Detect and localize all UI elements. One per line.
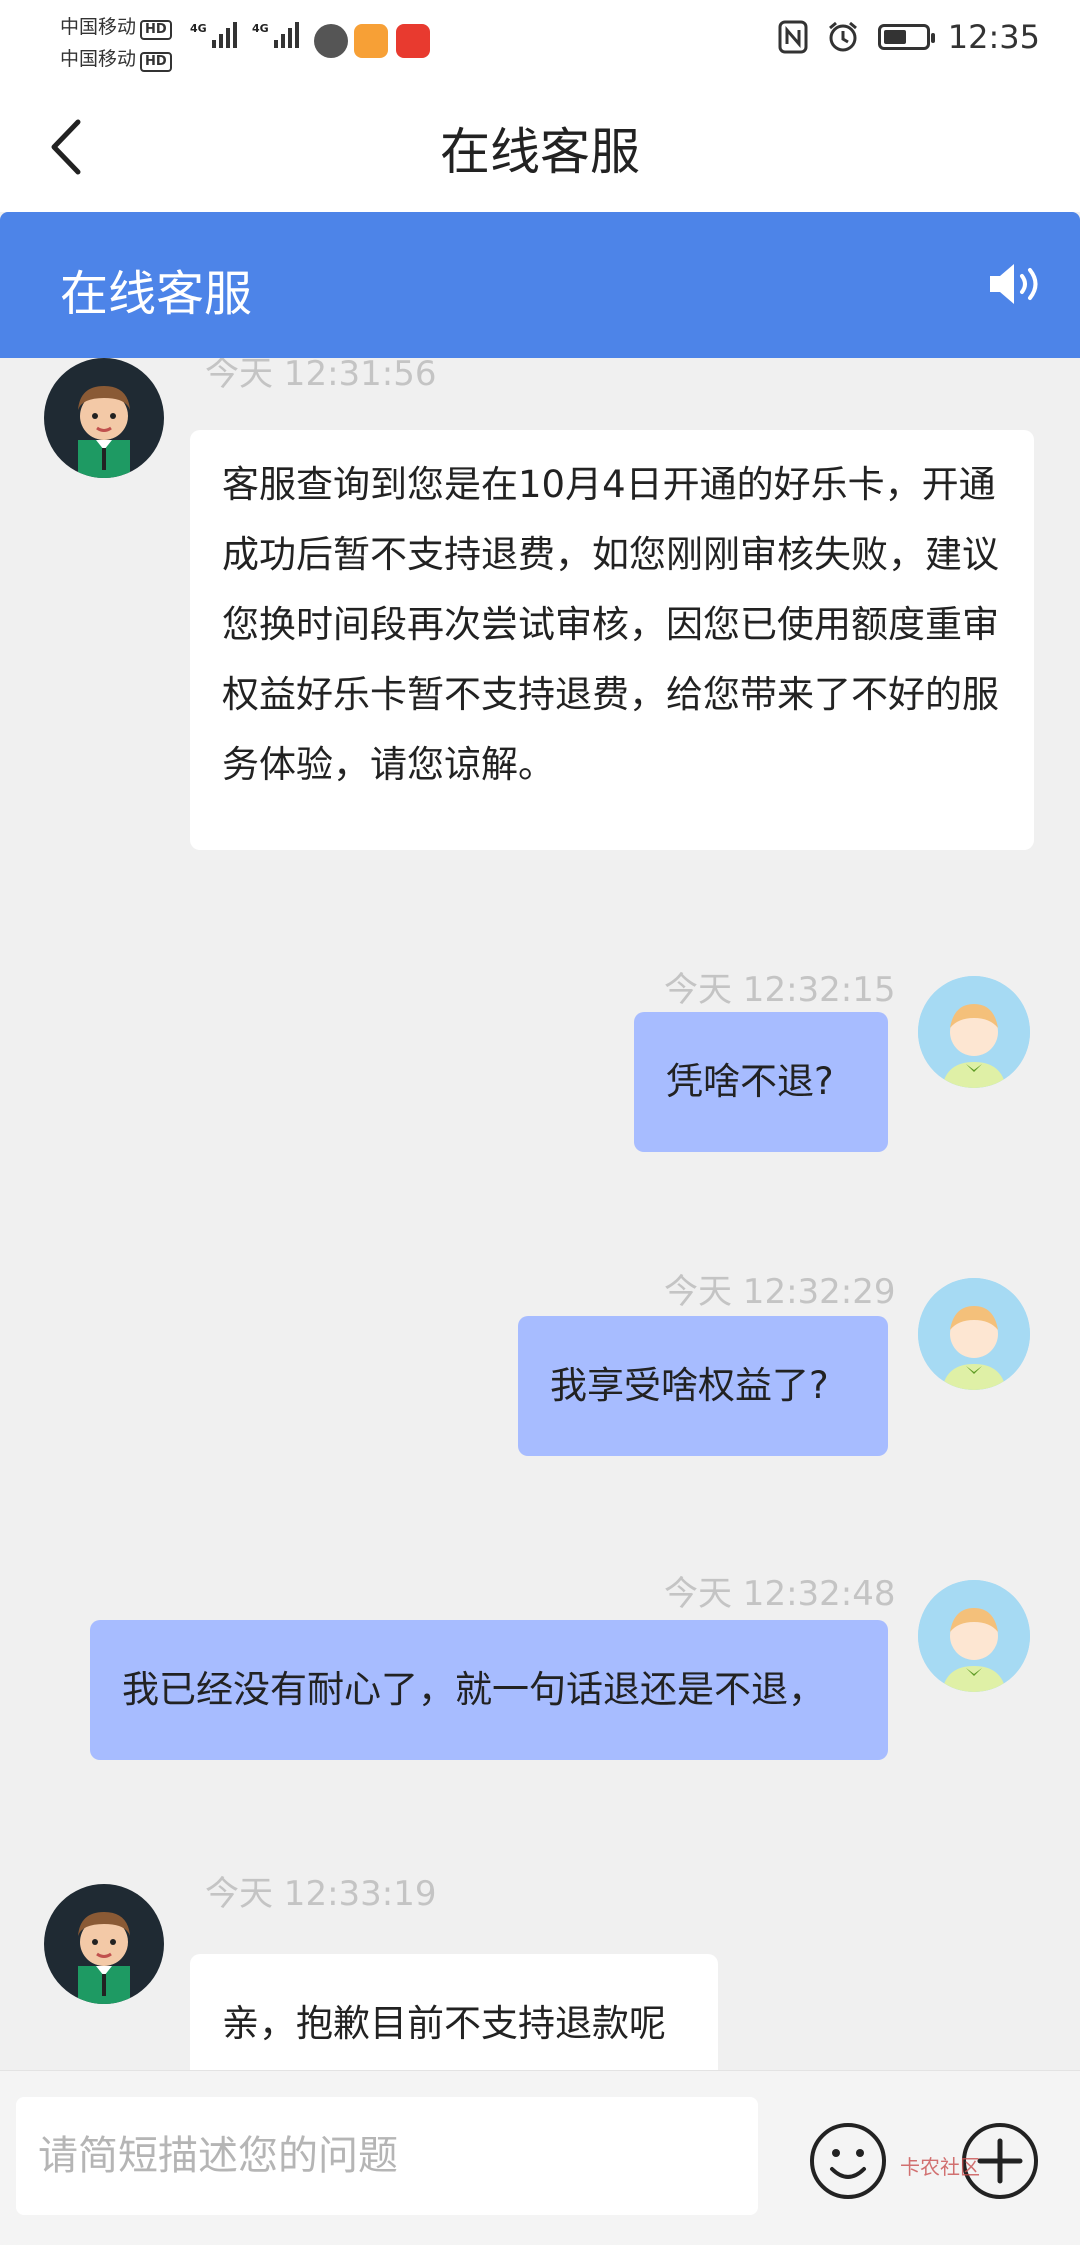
watermark: 卡农社区	[900, 2155, 980, 2179]
carrier-label-2: 中国移动 HD	[60, 44, 172, 72]
message-timestamp: 今天 12:33:19	[205, 1874, 437, 1914]
signal-icon: 4G	[252, 22, 299, 48]
message-input[interactable]: 请简短描述您的问题	[16, 2097, 758, 2215]
status-bar: 中国移动 HD 中国移动 HD 4G 4G 12:35	[0, 0, 1080, 82]
browser-app-icon	[314, 24, 348, 58]
user-avatar	[918, 1278, 1030, 1390]
user-avatar	[918, 1580, 1030, 1692]
carrier-label-1: 中国移动 HD	[60, 12, 172, 40]
emoji-icon[interactable]	[808, 2121, 888, 2201]
title-bar: 在线客服	[0, 82, 1080, 212]
user-message-bubble: 我享受啥权益了?	[518, 1316, 888, 1456]
agent-avatar	[44, 358, 164, 478]
video-app-icon	[354, 24, 388, 58]
speaker-icon[interactable]	[986, 258, 1042, 310]
message-timestamp: 今天 12:32:15	[664, 970, 896, 1010]
hd-badge: HD	[140, 20, 172, 40]
message-timestamp: 今天 12:32:29	[664, 1272, 896, 1312]
signal-icon: 4G	[190, 22, 237, 48]
chat-area[interactable]: 今天 12:31:56 客服查询到您是在10月4日开通的好乐卡，开通成功后暂不支…	[0, 358, 1080, 2070]
user-message-bubble: 凭啥不退?	[634, 1012, 888, 1152]
agent-message-bubble: 亲，抱歉目前不支持退款呢	[190, 1954, 718, 2070]
nfc-icon	[778, 20, 808, 54]
news-app-icon	[396, 24, 430, 58]
input-bar: 请简短描述您的问题 卡农社区	[0, 2070, 1080, 2245]
chat-header: 在线客服	[0, 212, 1080, 358]
battery-icon	[877, 24, 935, 50]
message-timestamp: 今天 12:32:48	[664, 1574, 896, 1614]
hd-badge: HD	[140, 52, 172, 72]
user-avatar	[918, 976, 1030, 1088]
user-message-bubble: 我已经没有耐心了，就一句话退还是不退，	[90, 1620, 888, 1760]
page-title: 在线客服	[440, 123, 640, 181]
status-time: 12:35	[947, 18, 1040, 56]
alarm-icon	[828, 21, 857, 52]
chat-header-title: 在线客服	[60, 266, 253, 322]
agent-message-bubble: 客服查询到您是在10月4日开通的好乐卡，开通成功后暂不支持退费，如您刚刚审核失败…	[190, 430, 1034, 850]
agent-avatar	[44, 1884, 164, 2004]
message-timestamp: 今天 12:31:56	[205, 358, 437, 394]
